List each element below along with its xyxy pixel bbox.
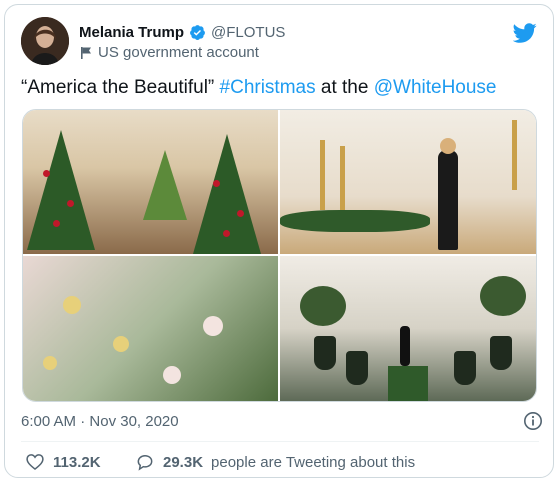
hashtag-link[interactable]: #Christmas	[220, 77, 316, 98]
avatar[interactable]	[21, 17, 69, 65]
tweet-text-middle: at the	[315, 77, 374, 98]
verified-badge-icon	[190, 24, 205, 40]
tweet-timestamp[interactable]: 6:00 AM · Nov 30, 2020	[21, 413, 179, 430]
twitter-bird-icon[interactable]	[513, 21, 537, 45]
government-flag-icon	[81, 46, 91, 59]
conversation-link[interactable]: 29.3K people are Tweeting about this	[135, 452, 415, 472]
tweet-date: Nov 30, 2020	[89, 413, 179, 430]
like-button[interactable]: 113.2K	[25, 452, 101, 472]
tweet-text: “America the Beautiful” #Christmas at th…	[21, 77, 497, 99]
tweet-time: 6:00 AM	[21, 413, 77, 430]
author-line: Melania Trump @FLOTUS	[79, 22, 285, 42]
government-label: US government account	[79, 44, 259, 61]
photo-floral-garland[interactable]	[23, 256, 278, 401]
government-label-text: US government account	[98, 44, 259, 61]
photo-cross-hall[interactable]	[280, 256, 536, 401]
info-icon[interactable]	[523, 411, 543, 431]
mention-link[interactable]: @WhiteHouse	[374, 77, 497, 98]
tweet-text-prefix: “America the Beautiful”	[21, 77, 220, 98]
author-name[interactable]: Melania Trump	[79, 24, 184, 41]
footer-divider	[21, 441, 539, 442]
media-grid	[22, 109, 537, 402]
retweet-count: 29.3K	[163, 453, 204, 471]
photo-east-room-mantel[interactable]	[280, 110, 536, 254]
author-handle[interactable]: @FLOTUS	[211, 24, 285, 41]
like-count: 113.2K	[53, 453, 101, 471]
timestamp-separator: ·	[76, 413, 90, 430]
photo-christmas-trees-hall[interactable]	[23, 110, 278, 254]
tweet-card: Melania Trump @FLOTUS US government acco…	[4, 4, 554, 478]
retweet-label: people are Tweeting about this	[211, 453, 416, 471]
reply-bubble-icon	[137, 454, 153, 471]
heart-icon	[26, 454, 44, 471]
